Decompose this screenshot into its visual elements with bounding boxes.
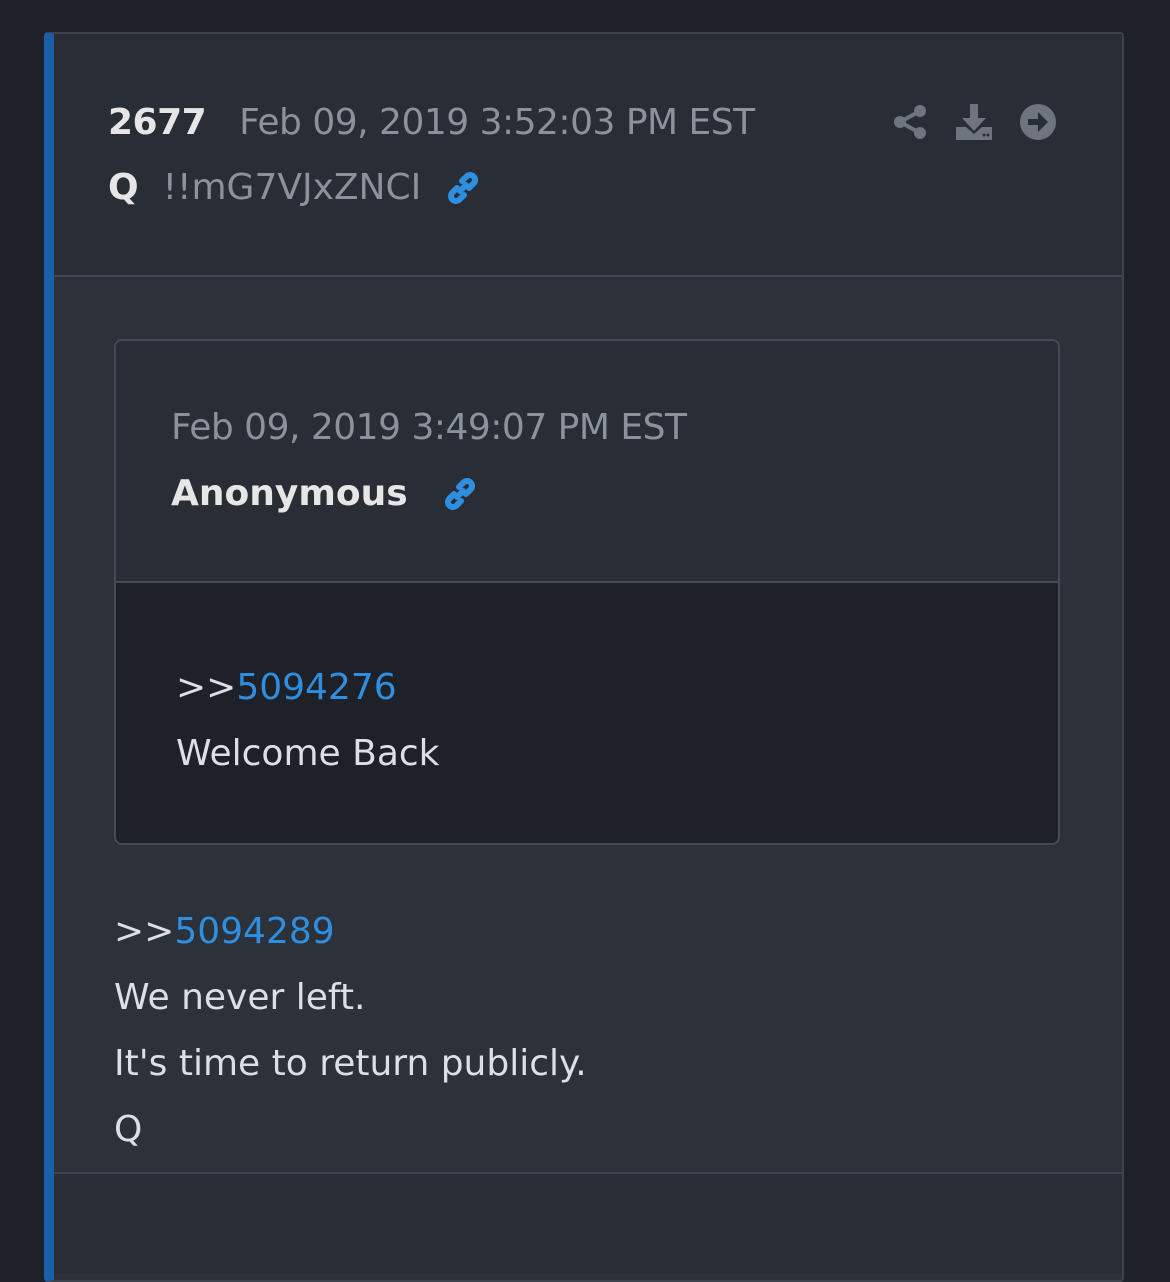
post-header: 2677 Feb 09, 2019 3:52:03 PM EST Q !!mG7… (54, 34, 1122, 277)
post-author-line: Q !!mG7VJxZNCI (108, 167, 483, 208)
post-number: 2677 (108, 102, 207, 143)
link-icon[interactable] (440, 474, 480, 514)
link-icon[interactable] (443, 168, 483, 208)
quoted-post-text: Welcome Back (176, 733, 440, 774)
post-tripcode: !!mG7VJxZNCI (162, 167, 422, 208)
arrow-right-circle-icon[interactable] (1018, 102, 1058, 142)
quoted-post-author-line: Anonymous (171, 473, 480, 514)
post-author: Q (108, 167, 139, 208)
post-content: >>5094289 We never left. It's time to re… (114, 899, 1062, 1163)
quoted-post-date: Feb 09, 2019 3:49:07 PM EST (171, 407, 687, 448)
quoted-reference: >>5094276 (176, 655, 998, 721)
post-meta: 2677 Feb 09, 2019 3:52:03 PM EST (108, 102, 755, 143)
post-footer (54, 1172, 1122, 1274)
share-icon[interactable] (890, 102, 930, 142)
post-card: 2677 Feb 09, 2019 3:52:03 PM EST Q !!mG7… (44, 32, 1124, 1282)
reference-prefix: >> (176, 667, 237, 708)
quoted-post-header: Feb 09, 2019 3:49:07 PM EST Anonymous (116, 341, 1058, 583)
post-text-line: We never left. (114, 977, 366, 1018)
post-reference: >>5094289 (114, 899, 1062, 965)
reference-link[interactable]: 5094276 (236, 667, 396, 708)
post-body: Feb 09, 2019 3:49:07 PM EST Anonymous >>… (54, 277, 1122, 1163)
quoted-post: Feb 09, 2019 3:49:07 PM EST Anonymous >>… (114, 339, 1060, 845)
quoted-post-content: >>5094276 Welcome Back (116, 583, 1058, 843)
post-actions (890, 102, 1058, 142)
post-text-line: Q (114, 1109, 143, 1150)
post-date: Feb 09, 2019 3:52:03 PM EST (239, 102, 755, 143)
quoted-post-author: Anonymous (171, 473, 408, 514)
post-text-line: It's time to return publicly. (114, 1043, 587, 1084)
reference-link[interactable]: 5094289 (174, 911, 334, 952)
download-icon[interactable] (954, 102, 994, 142)
reference-prefix: >> (114, 911, 175, 952)
